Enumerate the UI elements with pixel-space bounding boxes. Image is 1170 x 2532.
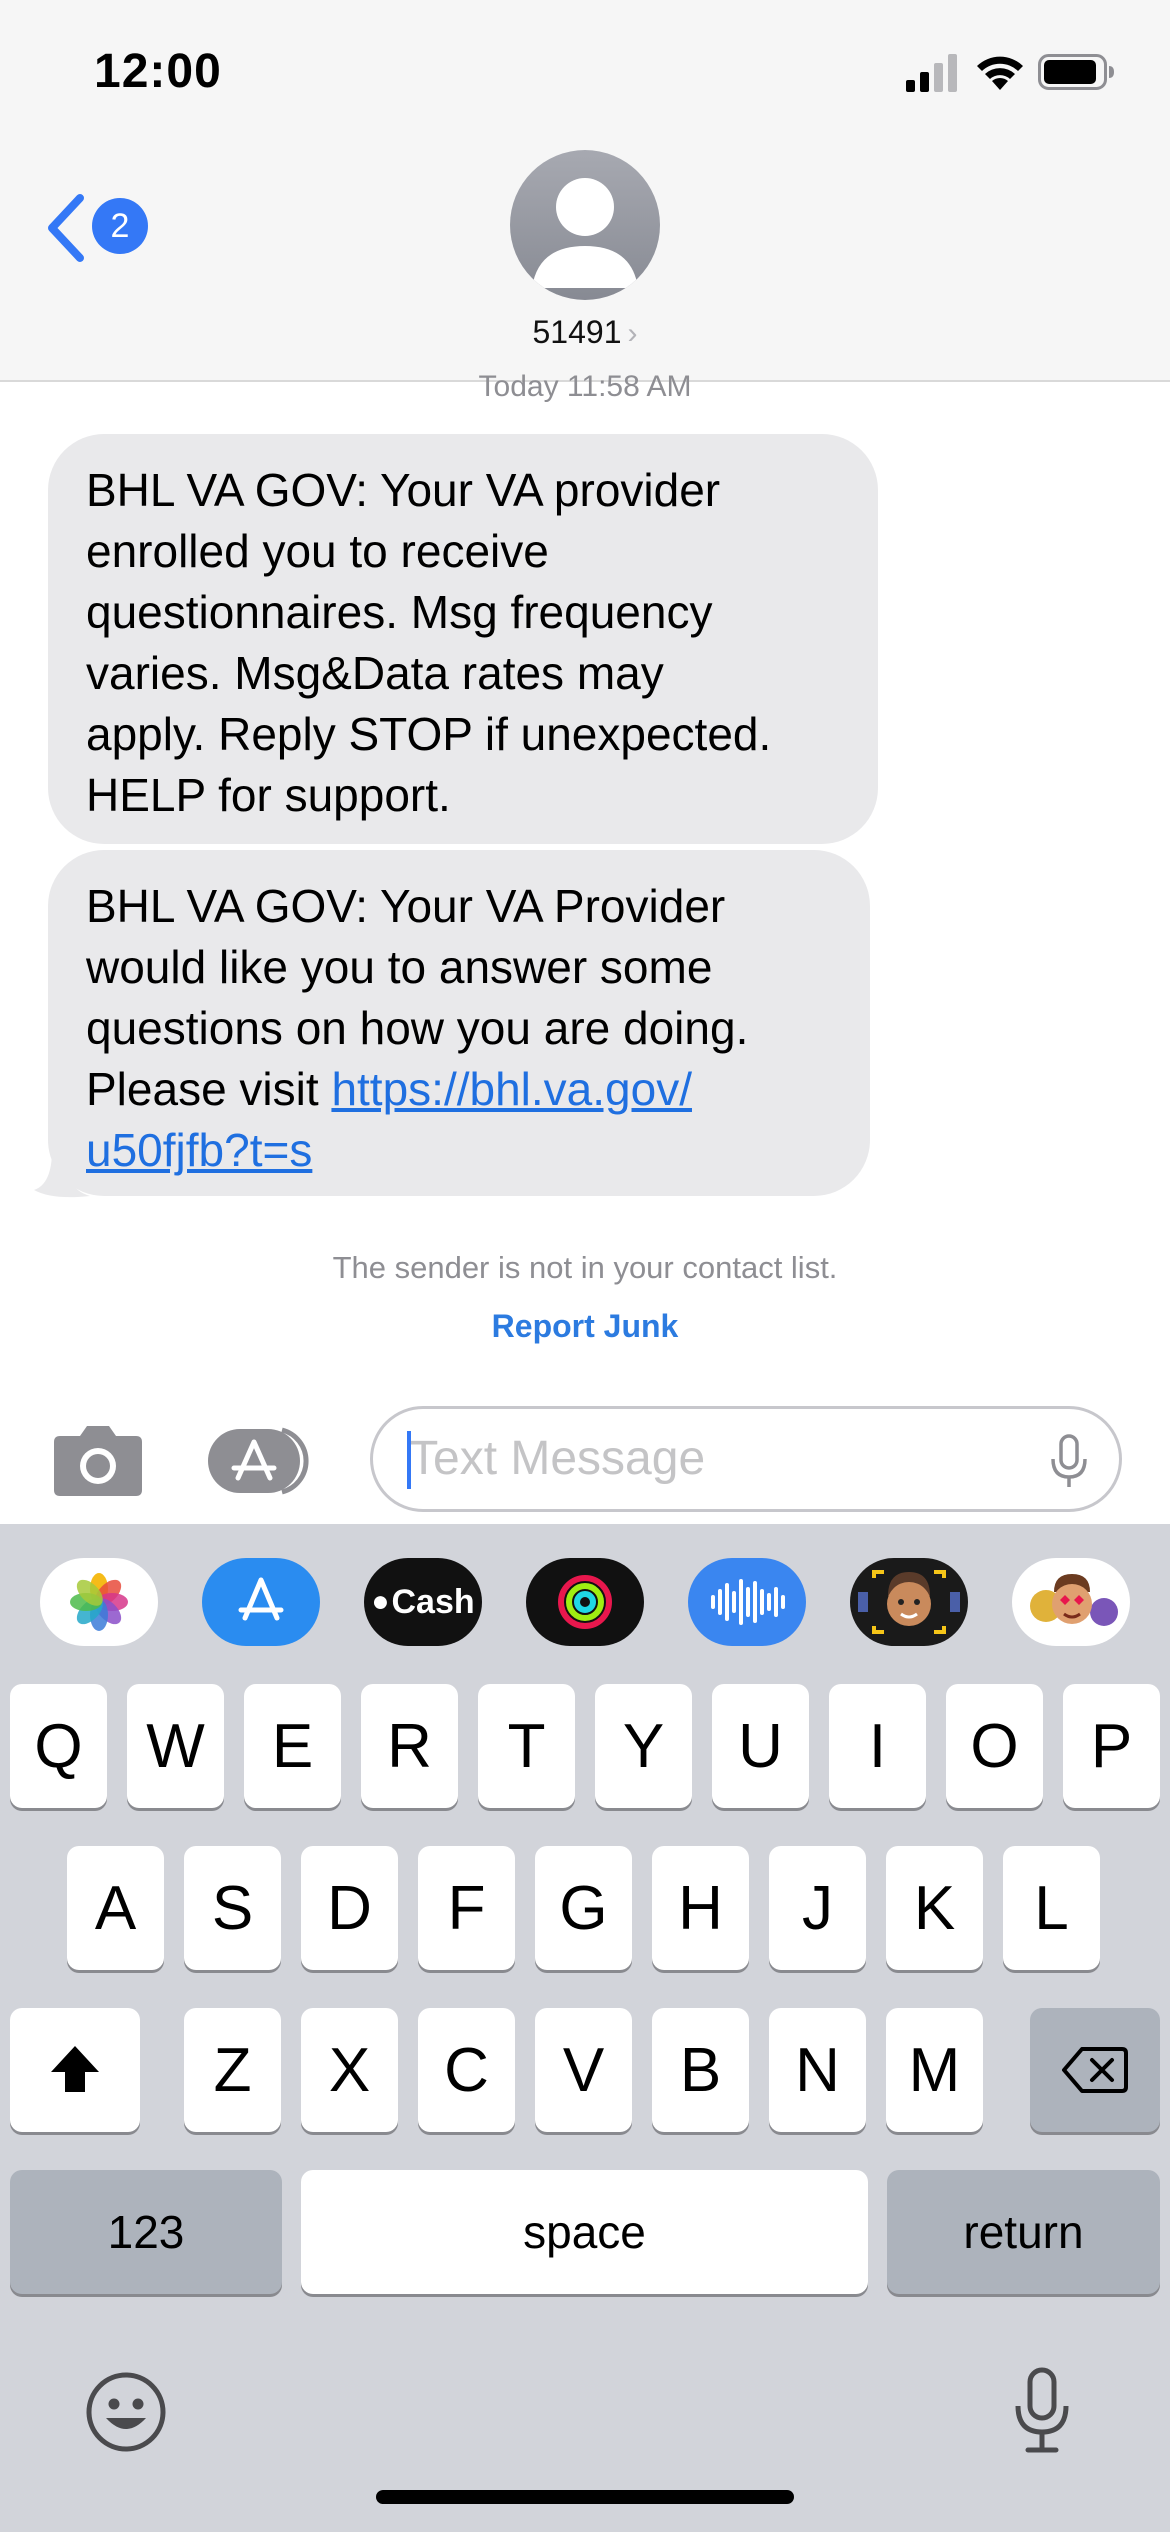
battery-icon: [1038, 54, 1114, 90]
key-h[interactable]: H: [652, 1846, 749, 1970]
unknown-sender-note: The sender is not in your contact list.: [332, 1250, 838, 1285]
message-line: HELP for support.: [86, 769, 451, 821]
unread-count-badge: 2: [92, 198, 148, 254]
message-line: varies. Msg&Data rates may: [86, 647, 664, 699]
message-input[interactable]: Text Message: [370, 1406, 1122, 1512]
key-f[interactable]: F: [418, 1846, 515, 1970]
microphone-icon[interactable]: [1049, 1433, 1089, 1489]
chevron-left-icon: [48, 194, 84, 262]
key-x[interactable]: X: [301, 2008, 398, 2132]
return-key[interactable]: return: [887, 2170, 1160, 2294]
numbers-key[interactable]: 123: [10, 2170, 282, 2294]
delete-key[interactable]: [1030, 2008, 1160, 2132]
message-line: u50fjfb?t=s: [86, 1120, 832, 1181]
message-link[interactable]: u50fjfb?t=s: [86, 1124, 312, 1176]
space-key[interactable]: space: [301, 2170, 868, 2294]
key-o[interactable]: O: [946, 1684, 1043, 1808]
app-store-app-button[interactable]: [202, 1558, 320, 1646]
cellular-signal-icon: [906, 54, 957, 92]
keyboard: ● Cash Q W E R T Y U I O P A S D F G H J…: [0, 1524, 1170, 2532]
key-r[interactable]: R: [361, 1684, 458, 1808]
message-line: Please visit https://bhl.va.gov/: [86, 1059, 832, 1120]
message-line: BHL VA GOV: Your VA provider: [86, 464, 721, 516]
chevron-right-icon: ›: [627, 317, 638, 350]
contact-name[interactable]: 51491 ›: [0, 314, 1170, 351]
activity-rings-icon: [558, 1575, 612, 1629]
message-line: questionnaires. Msg frequency: [86, 586, 713, 638]
wifi-icon: [977, 56, 1023, 90]
key-w[interactable]: W: [127, 1684, 224, 1808]
key-q[interactable]: Q: [10, 1684, 107, 1808]
text-caret: [407, 1431, 411, 1489]
key-y[interactable]: Y: [595, 1684, 692, 1808]
apple-cash-app-button[interactable]: ● Cash: [364, 1558, 482, 1646]
back-button[interactable]: 2: [44, 188, 154, 268]
app-store-icon: [238, 1577, 284, 1621]
key-j[interactable]: J: [769, 1846, 866, 1970]
key-e[interactable]: E: [244, 1684, 341, 1808]
shift-arrow-icon: [51, 2046, 99, 2092]
key-c[interactable]: C: [418, 2008, 515, 2132]
shift-key[interactable]: [10, 2008, 140, 2132]
person-silhouette-icon: [532, 178, 638, 288]
key-n[interactable]: N: [769, 2008, 866, 2132]
key-b[interactable]: B: [652, 2008, 749, 2132]
message-link[interactable]: https://bhl.va.gov/: [331, 1063, 692, 1115]
emoji-icon[interactable]: [84, 2370, 168, 2454]
message-line: would like you to answer some: [86, 941, 713, 993]
key-v[interactable]: V: [535, 2008, 632, 2132]
message-line: enrolled you to receive: [86, 525, 549, 577]
key-i[interactable]: I: [829, 1684, 926, 1808]
status-time: 12:00: [94, 45, 222, 98]
audio-waveform-icon: [711, 1579, 785, 1625]
key-u[interactable]: U: [712, 1684, 809, 1808]
apple-cash-label: Cash: [391, 1582, 475, 1621]
activity-app-button[interactable]: [526, 1558, 644, 1646]
message-bubble[interactable]: BHL VA GOV: Your VA Provider would like …: [48, 850, 870, 1196]
camera-icon[interactable]: [50, 1420, 146, 1500]
memoji-stickers-icon: [1030, 1574, 1118, 1626]
message-line: BHL VA GOV: Your VA Provider: [86, 880, 726, 932]
home-indicator[interactable]: [376, 2490, 794, 2504]
memoji-stickers-app-button[interactable]: [1012, 1558, 1130, 1646]
conversation-header: 12:00 2 51491 ›: [0, 0, 1170, 382]
key-m[interactable]: M: [886, 2008, 983, 2132]
key-s[interactable]: S: [184, 1846, 281, 1970]
message-placeholder: Text Message: [409, 1432, 706, 1485]
contact-name-label: 51491: [532, 314, 622, 350]
audio-message-app-button[interactable]: [688, 1558, 806, 1646]
bubble-tail: [34, 1150, 90, 1198]
memoji-icon: [858, 1570, 960, 1634]
photos-icon: [70, 1573, 128, 1631]
message-bubble[interactable]: BHL VA GOV: Your VA provider enrolled yo…: [48, 434, 878, 844]
key-d[interactable]: D: [301, 1846, 398, 1970]
key-g[interactable]: G: [535, 1846, 632, 1970]
message-line: apply. Reply STOP if unexpected.: [86, 708, 772, 760]
apple-logo-icon: ●: [371, 1585, 390, 1618]
report-junk-link[interactable]: Report Junk: [0, 1308, 1170, 1345]
key-a[interactable]: A: [67, 1846, 164, 1970]
app-store-apps-icon[interactable]: [206, 1426, 318, 1496]
key-l[interactable]: L: [1003, 1846, 1100, 1970]
key-k[interactable]: K: [886, 1846, 983, 1970]
message-timestamp: Today 11:58 AM: [478, 370, 692, 403]
memoji-app-button[interactable]: [850, 1558, 968, 1646]
message-text: Please visit: [86, 1063, 332, 1115]
delete-backspace-icon: [1062, 2047, 1128, 2093]
key-p[interactable]: P: [1063, 1684, 1160, 1808]
key-t[interactable]: T: [478, 1684, 575, 1808]
contact-avatar[interactable]: [510, 150, 660, 300]
dictation-mic-icon[interactable]: [1012, 2366, 1072, 2456]
photos-app-button[interactable]: [40, 1558, 158, 1646]
message-line: questions on how you are doing.: [86, 1002, 749, 1054]
key-z[interactable]: Z: [184, 2008, 281, 2132]
